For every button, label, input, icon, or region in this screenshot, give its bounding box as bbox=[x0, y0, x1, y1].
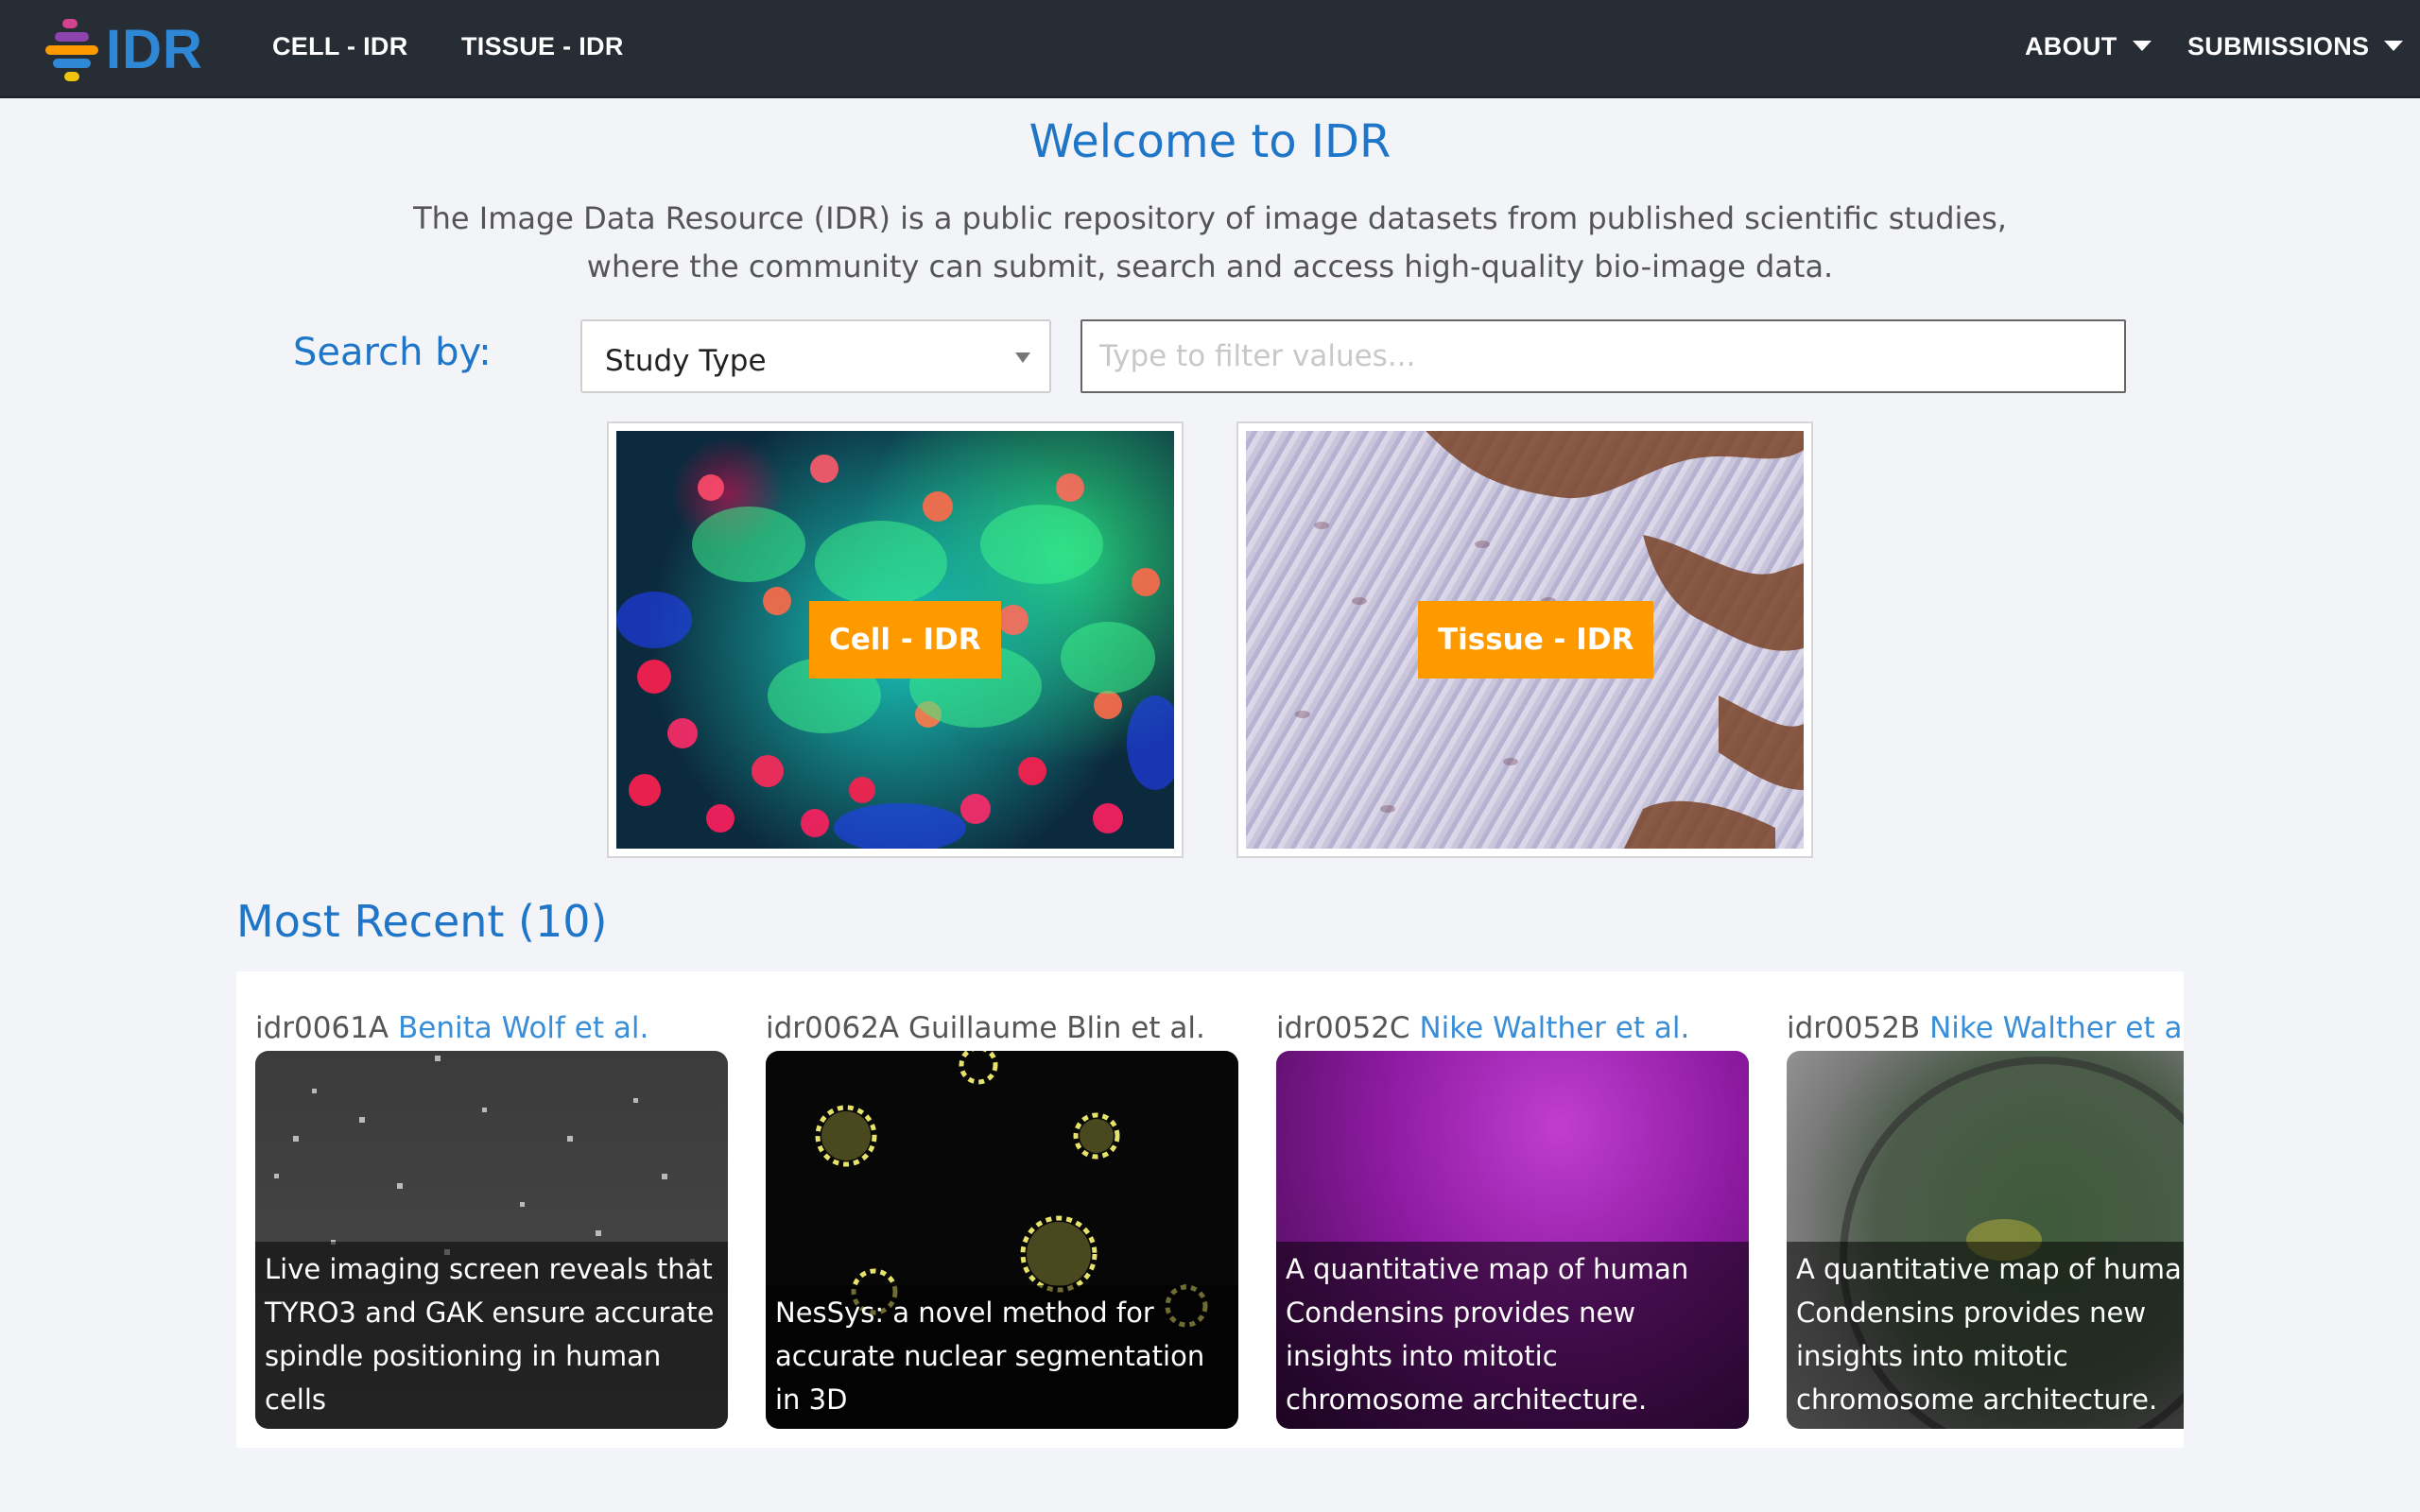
logo-bars-icon bbox=[43, 17, 102, 81]
study-id: idr0052C bbox=[1276, 1011, 1410, 1045]
study-card-heading: idr0062A Guillaume Blin et al. bbox=[766, 1011, 1205, 1045]
cell-idr-tile[interactable]: Cell - IDR bbox=[607, 421, 1184, 858]
recent-studies-carousel: idr0061A Benita Wolf et al. Live imaging… bbox=[236, 971, 2184, 1448]
intro-line-1: The Image Data Resource (IDR) is a publi… bbox=[413, 200, 2007, 236]
dropdown-arrow-icon bbox=[1015, 352, 1030, 363]
study-id: idr0052B bbox=[1787, 1011, 1921, 1045]
nav-link-cell-idr[interactable]: CELL - IDR bbox=[272, 32, 408, 61]
study-author-link[interactable]: Nike Walther et al. bbox=[1929, 1011, 2184, 1045]
cell-idr-button[interactable]: Cell - IDR bbox=[809, 601, 1001, 679]
study-thumbnail[interactable]: Live imaging screen reveals that TYRO3 a… bbox=[255, 1051, 728, 1429]
study-caption: A quantitative map of human Condensins p… bbox=[1787, 1242, 2184, 1429]
study-card-heading: idr0052C Nike Walther et al. bbox=[1276, 1011, 1689, 1045]
filter-values-input[interactable] bbox=[1080, 319, 2126, 393]
intro-text: The Image Data Resource (IDR) is a publi… bbox=[359, 195, 2061, 291]
study-thumbnail[interactable]: A quantitative map of human Condensins p… bbox=[1787, 1051, 2184, 1429]
intro-line-2: where the community can submit, search a… bbox=[586, 249, 1834, 284]
nav-link-tissue-idr[interactable]: TISSUE - IDR bbox=[461, 32, 624, 61]
study-author-link[interactable]: Nike Walther et al. bbox=[1419, 1011, 1689, 1045]
tissue-idr-button[interactable]: Tissue - IDR bbox=[1418, 601, 1654, 679]
study-thumbnail[interactable]: A quantitative map of human Condensins p… bbox=[1276, 1051, 1749, 1429]
nav-menu-submissions-label: SUBMISSIONS bbox=[2187, 32, 2370, 60]
nav-menu-about-label: ABOUT bbox=[2025, 32, 2118, 60]
nav-menu-submissions[interactable]: SUBMISSIONS bbox=[2187, 32, 2404, 61]
logo-text: IDR bbox=[106, 18, 203, 80]
tissue-idr-tile[interactable]: Tissue - IDR bbox=[1236, 421, 1813, 858]
page-title: Welcome to IDR bbox=[1028, 115, 1392, 168]
study-thumbnail[interactable]: NesSys: a novel method for accurate nucl… bbox=[766, 1051, 1238, 1429]
top-navbar: IDR CELL - IDR TISSUE - IDR ABOUT SUBMIS… bbox=[0, 0, 2420, 98]
nav-menu-about[interactable]: ABOUT bbox=[2025, 32, 2152, 61]
study-card-heading: idr0061A Benita Wolf et al. bbox=[255, 1011, 648, 1045]
caret-down-icon bbox=[2132, 41, 2152, 52]
search-type-select[interactable]: Study Type bbox=[580, 319, 1051, 393]
study-id: idr0061A bbox=[255, 1011, 389, 1045]
search-type-selected: Study Type bbox=[605, 344, 767, 378]
study-author-link[interactable]: Benita Wolf et al. bbox=[398, 1011, 648, 1045]
search-by-label: Search by: bbox=[293, 331, 492, 374]
study-id: idr0062A bbox=[766, 1011, 900, 1045]
study-caption: NesSys: a novel method for accurate nucl… bbox=[766, 1285, 1238, 1429]
study-author: Guillaume Blin et al. bbox=[908, 1011, 1205, 1045]
idr-logo[interactable]: IDR bbox=[43, 17, 203, 81]
study-caption: Live imaging screen reveals that TYRO3 a… bbox=[255, 1242, 728, 1429]
most-recent-heading: Most Recent (10) bbox=[236, 896, 608, 947]
caret-down-icon bbox=[2384, 41, 2404, 52]
study-caption: A quantitative map of human Condensins p… bbox=[1276, 1242, 1749, 1429]
study-card-heading: idr0052B Nike Walther et al. bbox=[1787, 1011, 2184, 1045]
